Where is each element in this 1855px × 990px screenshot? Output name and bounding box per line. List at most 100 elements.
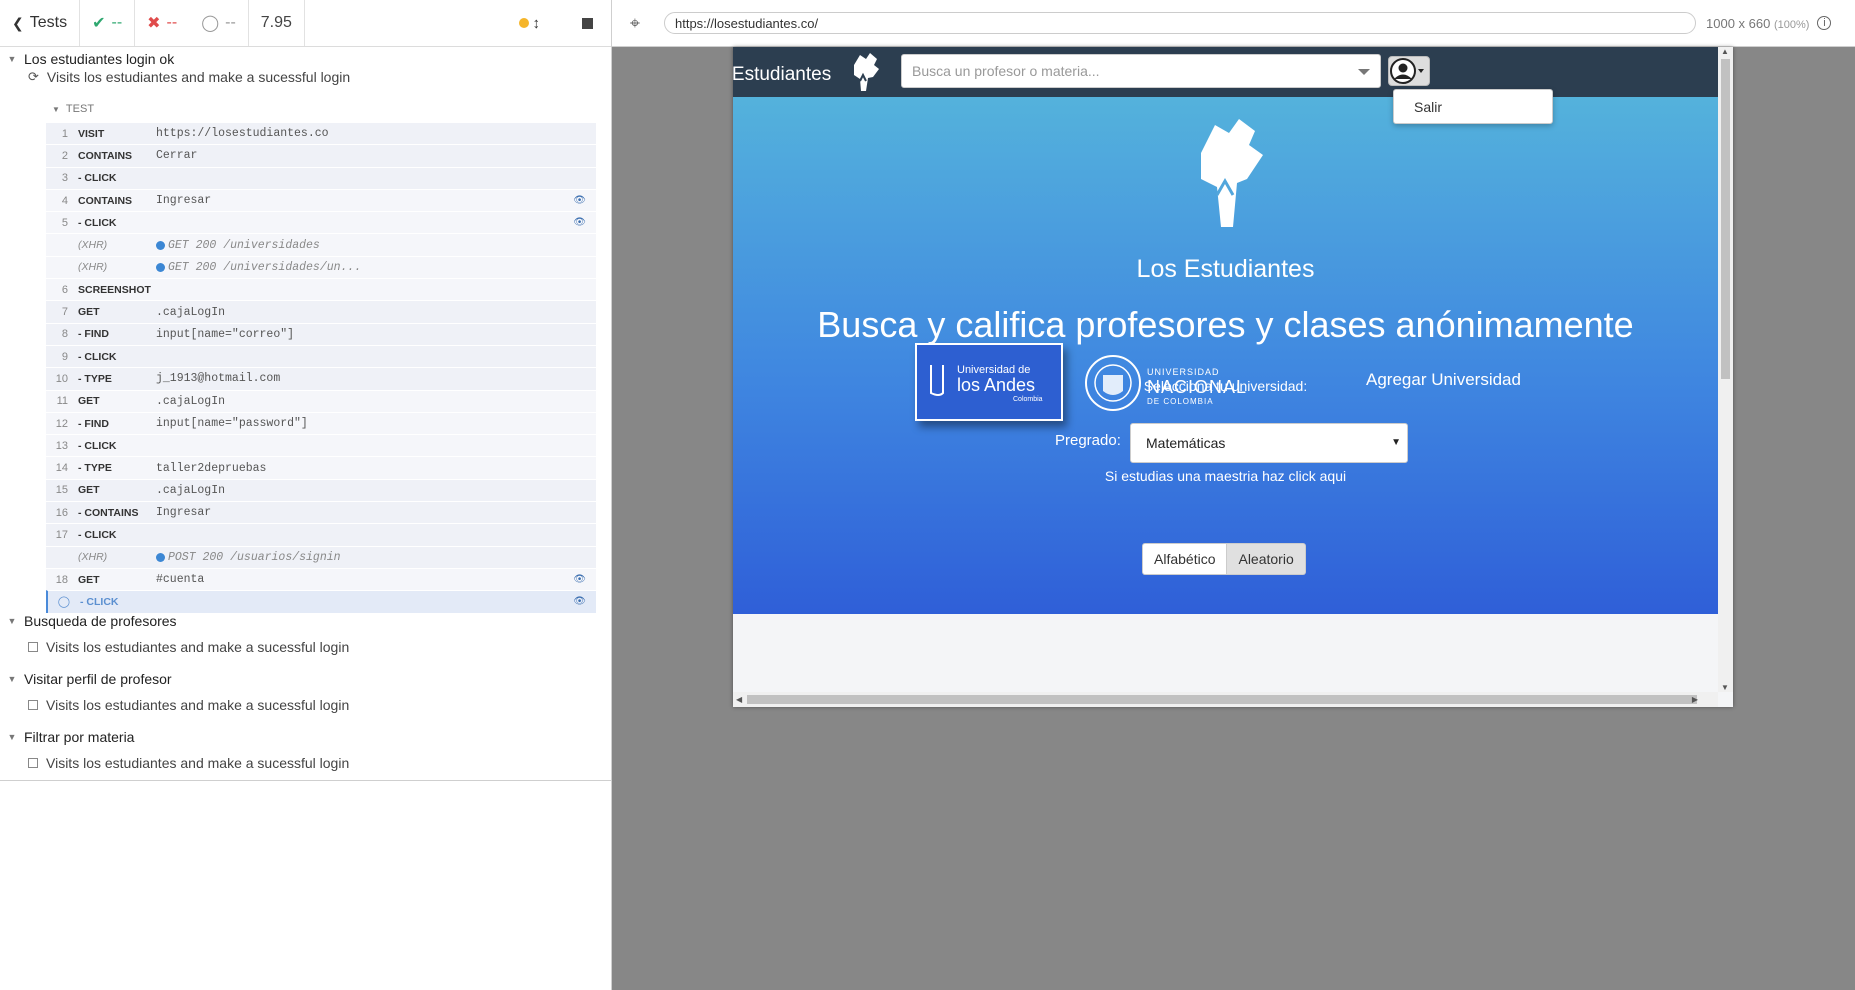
vertical-scrollbar[interactable]: ▲ ▼ [1718, 47, 1733, 692]
command-row[interactable]: 18 GET #cuenta 👁 [46, 567, 596, 591]
pending-checkbox-icon [28, 700, 38, 710]
command-name: - CLICK [78, 172, 117, 185]
command-number: 15 [55, 484, 68, 497]
command-row[interactable]: 5 - CLICK 👁 [46, 211, 596, 234]
pregrado-value: Matemáticas [1146, 435, 1226, 451]
command-message: Ingresar [156, 194, 212, 208]
search-input[interactable]: Busca un profesor o materia... [901, 54, 1381, 88]
suite-filtrar[interactable]: ▼ Filtrar por materia [0, 727, 135, 747]
command-row[interactable]: 11 GET .cajaLogIn [46, 389, 596, 412]
stop-icon[interactable] [582, 17, 593, 29]
failed-value: -- [166, 14, 178, 31]
command-row[interactable]: 14 - TYPE taller2depruebas [46, 456, 596, 479]
scrollbar-thumb[interactable] [1721, 59, 1730, 379]
duration: 7.95 [249, 0, 305, 46]
reporter-body: ▼ Los estudiantes login ok ⟳ Visits los … [0, 47, 611, 781]
caret-down-icon: ▼ [7, 674, 17, 684]
university-andes-card[interactable]: Universidad de los Andes Colombia [915, 343, 1063, 421]
brand-name[interactable]: Los Estudiantes [733, 64, 831, 86]
scroll-right-icon[interactable]: ▶ [1692, 695, 1698, 704]
passed-value: -- [111, 14, 123, 31]
command-row[interactable]: 3 - CLICK [46, 166, 596, 189]
command-number: 6 [61, 283, 68, 296]
test-title-text: Visits los estudiantes and make a sucess… [46, 639, 350, 655]
sort-toggle-group: Alfabético Aleatorio [1142, 543, 1306, 575]
pending-checkbox-icon [28, 758, 38, 768]
sort-alphabetic-button[interactable]: Alfabético [1142, 543, 1228, 575]
scroll-left-icon[interactable]: ◀ [736, 695, 742, 704]
eye-slash-icon: 👁 [573, 596, 586, 608]
auto-scroll-toggle[interactable]: ↕ [518, 15, 540, 32]
command-number: 8 [61, 328, 68, 341]
test-title-text: Visits los estudiantes and make a sucess… [46, 697, 350, 713]
command-row[interactable]: 9 - CLICK [46, 344, 596, 368]
suite-perfil[interactable]: ▼ Visitar perfil de profesor [0, 669, 172, 689]
pending-checkbox-icon [28, 642, 38, 652]
command-row[interactable]: 15 GET .cajaLogIn [46, 478, 596, 502]
suite-title: Busqueda de profesores [24, 613, 177, 629]
command-row[interactable]: 1 VISIT https://losestudiantes.co [46, 122, 596, 145]
command-row[interactable]: 7 GET .cajaLogIn [46, 300, 596, 323]
url-input[interactable]: https://losestudiantes.co/ [664, 12, 1696, 34]
command-row[interactable]: 10 - TYPE j_1913@hotmail.com [46, 367, 596, 390]
command-row[interactable]: 6 SCREENSHOT [46, 278, 596, 301]
add-university-link[interactable]: Agregar Universidad [1366, 370, 1521, 390]
test-login[interactable]: ⟳ Visits los estudiantes and make a suce… [28, 67, 350, 87]
status-dot-icon [518, 18, 529, 28]
scroll-up-icon[interactable]: ▲ [1721, 47, 1729, 56]
account-dropdown: Salir [1393, 89, 1553, 124]
pending-count: ◯ -- [189, 0, 249, 46]
command-number: 5 [61, 216, 68, 229]
dropdown-arrow-icon: ▼ [1391, 437, 1401, 448]
maestria-link[interactable]: Si estudias una maestria haz click aqui [733, 468, 1718, 484]
crosshair-icon[interactable]: ⌖ [612, 13, 658, 34]
user-avatar-icon [1390, 58, 1424, 84]
command-row-xhr[interactable]: (XHR) POST 200 /usuarios/signin [46, 545, 596, 568]
command-row[interactable]: 16 - CONTAINS Ingresar [46, 501, 596, 524]
account-button[interactable] [1388, 56, 1430, 86]
sort-random-button[interactable]: Aleatorio [1227, 543, 1306, 575]
scroll-down-icon[interactable]: ▼ [1721, 683, 1729, 692]
command-row[interactable]: 8 - FIND input[name="correo"] [46, 322, 596, 345]
command-name: - FIND [78, 328, 109, 341]
test-busqueda[interactable]: Visits los estudiantes and make a sucess… [28, 637, 349, 657]
horizontal-scrollbar[interactable]: ◀ ▶ [733, 692, 1718, 707]
command-name: - CONTAINS [78, 506, 139, 519]
scrollbar-thumb[interactable] [747, 695, 1697, 704]
test-filtrar[interactable]: Visits los estudiantes and make a sucess… [28, 753, 349, 773]
logout-menu-item[interactable]: Salir [1414, 99, 1442, 115]
command-row[interactable]: 12 - FIND input[name="password"] [46, 411, 596, 435]
suite-busqueda[interactable]: ▼ Busqueda de profesores [0, 611, 177, 631]
command-number: 9 [61, 350, 68, 363]
command-name: - CLICK [78, 216, 117, 229]
command-message: POST 200 /usuarios/signin [168, 550, 341, 564]
test-title-text: Visits los estudiantes and make a sucess… [46, 755, 350, 771]
command-row-active[interactable]: ◯ - CLICK 👁 [46, 590, 596, 613]
fist-logo-icon[interactable] [846, 51, 882, 98]
command-row[interactable]: 4 CONTAINS Ingresar 👁 [46, 188, 596, 212]
test-perfil[interactable]: Visits los estudiantes and make a sucess… [28, 695, 349, 715]
info-icon[interactable]: i [1817, 16, 1832, 30]
nacional-line3: DE COLOMBIA [1147, 397, 1214, 406]
command-number: 17 [55, 528, 68, 541]
command-row-xhr[interactable]: (XHR) GET 200 /universidades/un... [46, 255, 596, 279]
tests-button[interactable]: ❮ Tests [0, 0, 81, 46]
xhr-dot-icon [156, 240, 165, 250]
command-row[interactable]: 17 - CLICK [46, 523, 596, 546]
reporter-panel: ❮ Tests ✔ -- ✖ -- ◯ -- 7.95 ↕ ▼ Los estu… [0, 0, 612, 990]
command-name: (XHR) [78, 261, 108, 274]
command-number: 3 [61, 172, 68, 185]
university-nacional-card[interactable]: UNIVERSIDAD NACIONAL DE COLOMBIA [1083, 345, 1253, 421]
command-row[interactable]: 13 - CLICK [46, 434, 596, 457]
command-row[interactable]: 2 CONTAINS Cerrar [46, 144, 596, 167]
command-message: input[name="password"] [156, 417, 308, 430]
command-name: (XHR) [78, 551, 108, 564]
nacional-logo: UNIVERSIDAD NACIONAL DE COLOMBIA [1085, 355, 1246, 411]
pregrado-select[interactable]: Matemáticas ▼ [1130, 423, 1408, 463]
command-name: CONTAINS [78, 149, 133, 162]
fist-logo-icon [1185, 115, 1267, 234]
hero-tagline: Busca y califica profesores y clases anó… [817, 304, 1634, 345]
url-bar: ⌖ https://losestudiantes.co/ 1000 x 660 … [612, 0, 1855, 47]
suite-login[interactable]: ▼ Los estudiantes login ok [0, 49, 175, 69]
command-row-xhr[interactable]: (XHR) GET 200 /universidades [46, 233, 596, 256]
